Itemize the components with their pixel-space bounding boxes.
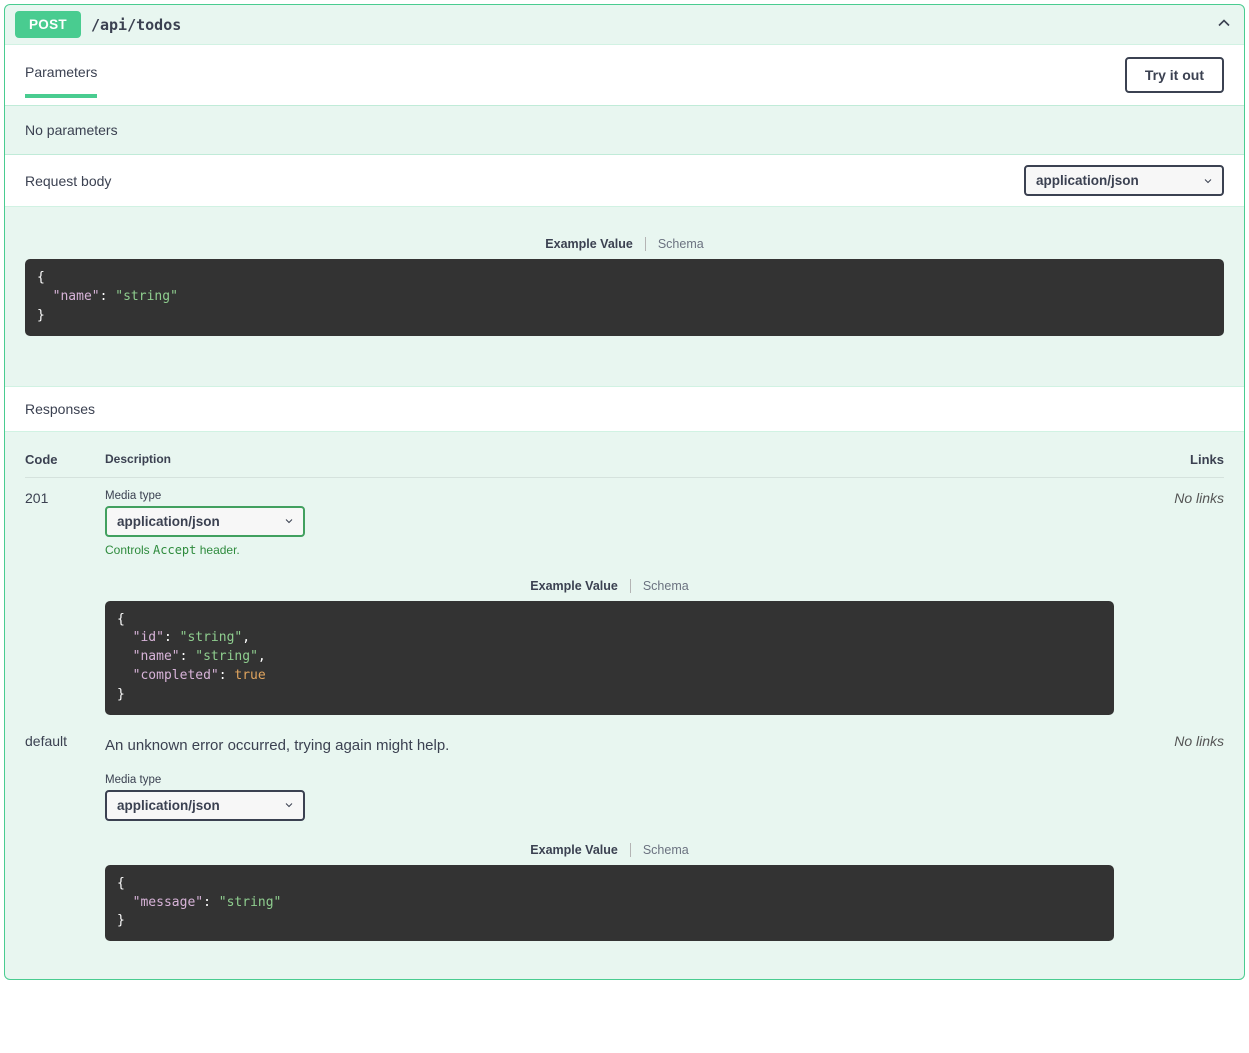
operation-header[interactable]: POST /api/todos (5, 5, 1244, 44)
media-type-value: application/json (117, 798, 220, 813)
tab-schema[interactable]: Schema (631, 843, 701, 857)
media-type-select-default[interactable]: application/json (105, 790, 305, 821)
no-parameters-text: No parameters (5, 105, 1244, 155)
accept-header-note: Controls Accept header. (105, 543, 1114, 557)
code-brace: { (117, 612, 125, 627)
code-brace: { (37, 270, 45, 285)
parameters-header: Parameters Try it out (5, 44, 1244, 105)
tab-schema[interactable]: Schema (646, 237, 716, 251)
tab-schema[interactable]: Schema (631, 579, 701, 593)
media-type-select-201[interactable]: application/json (105, 506, 305, 537)
operation-block: POST /api/todos Parameters Try it out No… (4, 4, 1245, 980)
responses-header: Responses (5, 386, 1244, 432)
response-links: No links (1114, 490, 1224, 506)
code-brace: } (117, 913, 125, 928)
tab-example-value[interactable]: Example Value (518, 579, 631, 593)
operation-path: /api/todos (91, 16, 1214, 34)
tab-example-value[interactable]: Example Value (533, 237, 646, 251)
code-key: "name" (53, 289, 100, 304)
response-default-tabs: Example Value Schema (105, 843, 1114, 857)
response-description-col: Media type application/json Controls Acc… (105, 490, 1114, 715)
request-body-area: Example Value Schema { "name": "string" … (5, 207, 1244, 386)
responses-table-header: Code Description Links (25, 452, 1224, 478)
content-type-select[interactable]: application/json (1024, 165, 1224, 196)
code-key: "id" (133, 630, 164, 645)
response-links: No links (1114, 733, 1224, 749)
code-key: "message" (133, 895, 203, 910)
media-type-value: application/json (117, 514, 220, 529)
request-body-label: Request body (25, 173, 111, 189)
col-description: Description (105, 452, 1114, 467)
col-links: Links (1114, 452, 1224, 467)
response-default-description: An unknown error occurred, trying again … (105, 737, 1114, 754)
responses-label: Responses (25, 401, 95, 417)
code-string: "string" (180, 630, 243, 645)
code-key: "completed" (133, 668, 219, 683)
media-type-label: Media type (105, 490, 1114, 502)
code-brace: } (117, 687, 125, 702)
response-code: default (25, 733, 105, 749)
tab-example-value[interactable]: Example Value (518, 843, 631, 857)
request-body-tabs: Example Value Schema (25, 237, 1224, 251)
code-bool: true (234, 668, 265, 683)
code-string: "string" (115, 289, 178, 304)
code-key: "name" (133, 649, 180, 664)
try-it-out-button[interactable]: Try it out (1125, 57, 1224, 93)
response-description-col: An unknown error occurred, trying again … (105, 733, 1114, 942)
chevron-up-icon (1214, 13, 1234, 36)
note-post: header. (196, 543, 239, 557)
col-code: Code (25, 452, 105, 467)
responses-table: Code Description Links 201 Media type ap… (5, 432, 1244, 980)
request-body-header: Request body application/json (5, 155, 1244, 207)
note-code: Accept (153, 543, 196, 557)
response-default-example-code: { "message": "string" } (105, 865, 1114, 942)
code-brace: { (117, 876, 125, 891)
http-method-badge: POST (15, 11, 81, 38)
response-row-default: default An unknown error occurred, tryin… (25, 733, 1224, 942)
parameters-tab[interactable]: Parameters (25, 64, 97, 98)
code-string: "string" (219, 895, 282, 910)
response-201-example-code: { "id": "string", "name": "string", "com… (105, 601, 1114, 715)
note-pre: Controls (105, 543, 153, 557)
media-type-label: Media type (105, 774, 1114, 786)
response-code: 201 (25, 490, 105, 506)
code-string: "string" (195, 649, 258, 664)
code-brace: } (37, 308, 45, 323)
request-example-code: { "name": "string" } (25, 259, 1224, 336)
content-type-value: application/json (1036, 173, 1139, 188)
response-row-201: 201 Media type application/json Controls… (25, 490, 1224, 715)
response-201-tabs: Example Value Schema (105, 579, 1114, 593)
